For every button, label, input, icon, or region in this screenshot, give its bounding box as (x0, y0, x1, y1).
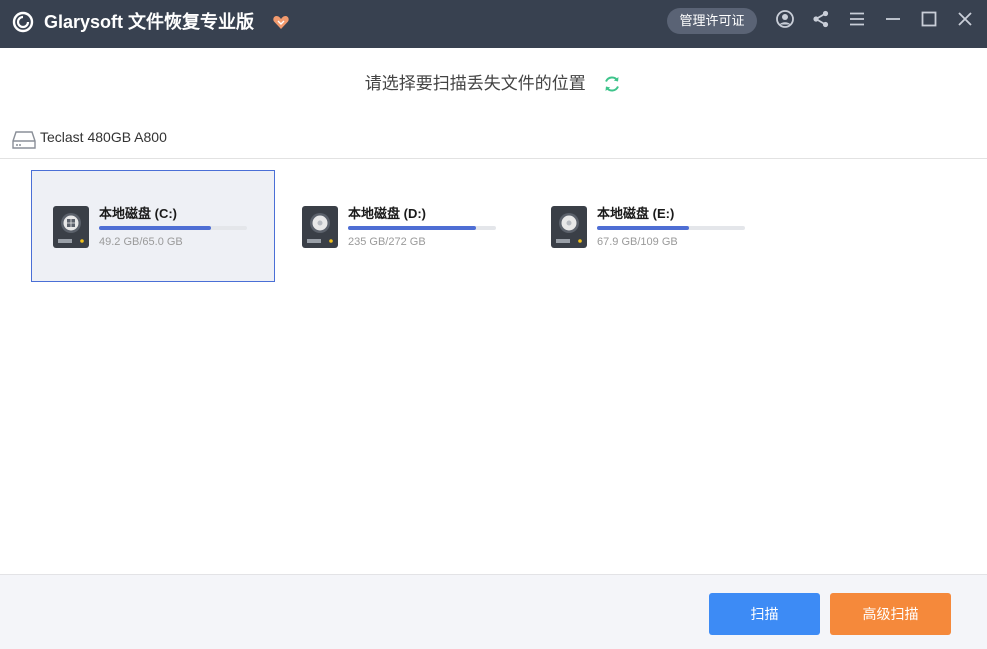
device-header: Teclast 480GB A800 (0, 124, 987, 159)
manage-license-button[interactable]: 管理许可证 (667, 8, 757, 34)
drive-label: 本地磁盘 (D:) (348, 206, 426, 221)
hard-drive-icon (12, 131, 36, 149)
minimize-icon[interactable] (883, 9, 903, 29)
device-name: Teclast 480GB A800 (40, 129, 167, 145)
drive-size: 235 GB/272 GB (348, 236, 426, 248)
app-title: Glarysoft 文件恢复专业版 (44, 12, 255, 32)
title-bar: Glarysoft 文件恢复专业版 管理许可证 (0, 0, 987, 48)
drive-usage-fill (597, 226, 690, 230)
drive-usage-fill (99, 226, 212, 230)
disk-drive-icon (551, 206, 587, 248)
drive-label: 本地磁盘 (E:) (597, 206, 675, 221)
disk-drive-icon (302, 206, 338, 248)
drive-label: 本地磁盘 (C:) (99, 206, 177, 221)
location-prompt: 请选择要扫描丢失文件的位置 (0, 70, 987, 98)
close-icon[interactable] (955, 9, 975, 29)
menu-icon[interactable] (847, 9, 867, 29)
scan-button[interactable]: 扫描 (709, 593, 820, 635)
drive-usage-bar (348, 226, 496, 230)
windows-drive-icon (53, 206, 89, 248)
drive-usage-fill (348, 226, 476, 230)
drive-size: 67.9 GB/109 GB (597, 236, 678, 248)
app-logo-icon (12, 11, 34, 33)
drive-card-e[interactable]: 本地磁盘 (E:) 67.9 GB/109 GB (529, 170, 773, 282)
share-icon[interactable] (811, 9, 831, 29)
drive-size: 49.2 GB/65.0 GB (99, 236, 183, 248)
drive-card-d[interactable]: 本地磁盘 (D:) 235 GB/272 GB (280, 170, 524, 282)
vip-heart-icon (273, 16, 289, 29)
advanced-scan-button[interactable]: 高级扫描 (830, 593, 951, 635)
page-title: 请选择要扫描丢失文件的位置 (364, 74, 586, 93)
footer-bar: 扫描 高级扫描 (0, 574, 987, 649)
drive-usage-bar (597, 226, 745, 230)
refresh-icon[interactable] (602, 74, 622, 94)
maximize-icon[interactable] (919, 9, 939, 29)
user-icon[interactable] (775, 9, 795, 29)
drive-usage-bar (99, 226, 247, 230)
drive-card-c[interactable]: 本地磁盘 (C:) 49.2 GB/65.0 GB (31, 170, 275, 282)
